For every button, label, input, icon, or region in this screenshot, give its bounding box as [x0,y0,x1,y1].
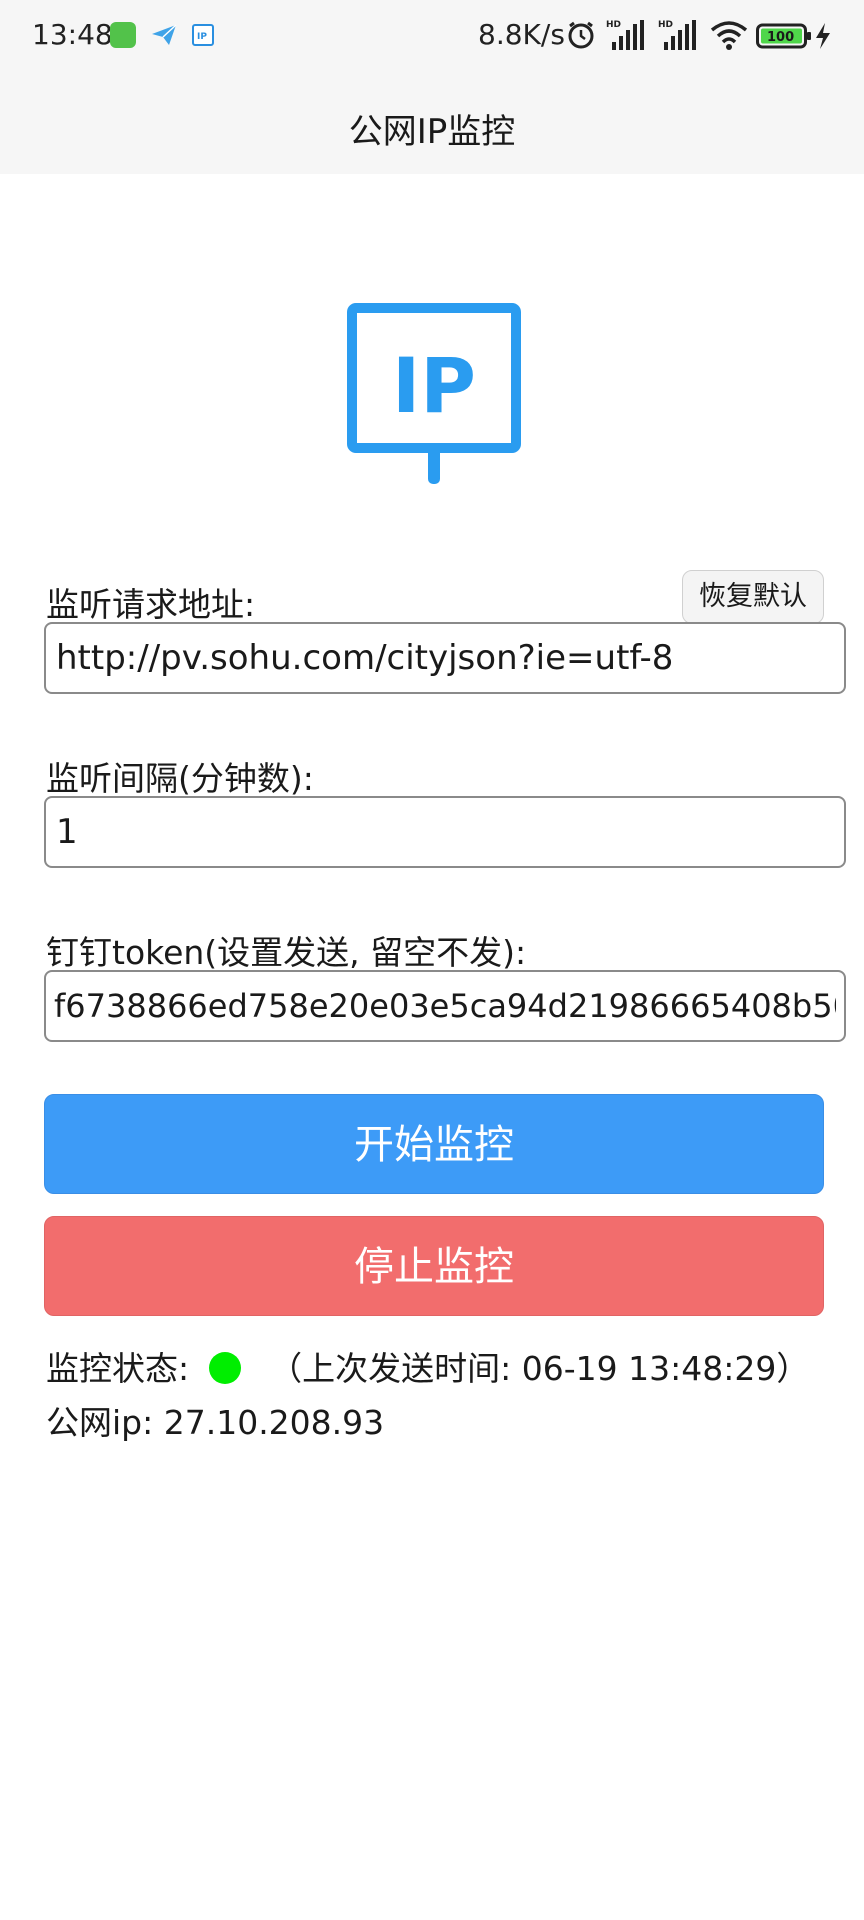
reset-default-button[interactable]: 恢复默认 [682,570,824,624]
status-label: 监控状态: [46,1349,190,1388]
ip-logo: IP [347,303,521,484]
start-monitor-button[interactable]: 开始监控 [44,1094,824,1194]
url-input[interactable] [44,622,846,694]
signal-hd-icon: HD [606,20,644,50]
ip-logo-text: IP [392,341,476,430]
wifi-icon [710,21,748,50]
title-bar: 公网IP监控 [0,72,864,174]
svg-text:HD: HD [606,20,621,30]
ip-app-icon: IP [192,24,214,46]
interval-label: 监听间隔(分钟数): [46,759,314,798]
status-bar: 13:48 IP 8.8K/s HD HD 100 [0,0,864,72]
status-time: 13:48 [32,18,113,51]
svg-text:HD: HD [658,20,673,30]
signal-hd-icon-2: HD [658,20,696,50]
page-title: 公网IP监控 [348,112,516,152]
battery-icon: 100 [756,23,811,49]
public-ip: 公网ip: 27.10.208.93 [46,1403,385,1442]
paper-plane-icon [150,22,177,48]
stop-monitor-button[interactable]: 停止监控 [44,1216,824,1316]
alarm-icon [568,21,594,49]
token-input[interactable] [44,970,846,1042]
url-label: 监听请求地址: [46,585,256,624]
interval-input[interactable] [44,796,846,868]
status-indicator-icon [209,1352,242,1384]
svg-text:IP: IP [197,32,207,42]
last-send-time: （上次发送时间: 06-19 13:48:29） [269,1349,810,1388]
battery-level: 100 [767,30,794,45]
notification-app-icon [110,22,136,48]
network-speed: 8.8K/s [478,18,565,51]
token-label: 钉钉token(设置发送, 留空不发): [46,933,527,972]
charging-icon [816,23,830,49]
monitor-status: 监控状态: （上次发送时间: 06-19 13:48:29） [46,1342,809,1390]
